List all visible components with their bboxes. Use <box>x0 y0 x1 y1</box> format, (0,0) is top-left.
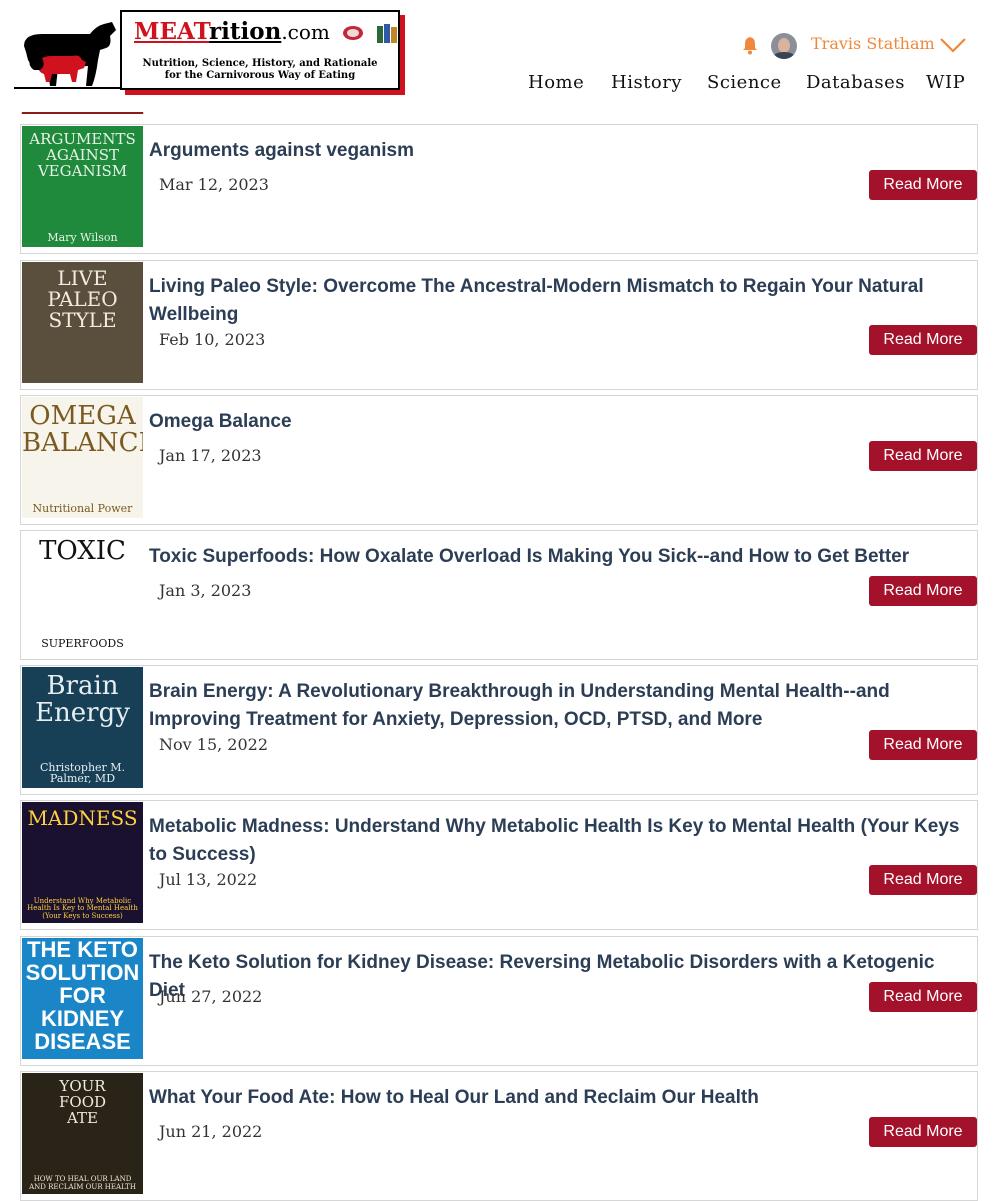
book-card[interactable]: ARGUMENTS AGAINST VEGANISM Mary Wilson Argum… <box>20 124 978 254</box>
book-cover-image[interactable]: OMEGABALANCE Nutritional Power <box>22 397 143 518</box>
book-card[interactable]: THE KETO SOLUTION FOR KIDNEY DISEASE The Keto… <box>20 936 978 1066</box>
nav-home[interactable]: Home <box>528 72 584 93</box>
book-cover-title-line: KIDNEY <box>40 1006 125 1032</box>
user-name[interactable]: Travis Statham <box>811 34 935 53</box>
read-more-button[interactable]: Read More <box>869 1117 977 1147</box>
book-cover-title-line: MADNESS <box>27 806 138 830</box>
read-more-button[interactable]: Read More <box>869 325 977 355</box>
books-icon <box>376 24 397 43</box>
read-more-button[interactable]: Read More <box>869 730 977 760</box>
book-cover-author: Understand Why Metabolic Health Is Key t… <box>27 896 138 920</box>
book-cover-title: YOUR FOOD ATE <box>22 1078 143 1127</box>
book-date: Jul 13, 2022 <box>159 870 258 889</box>
site-logo[interactable]: MEATrition.com Nutrition, Science, Histo… <box>120 10 400 90</box>
book-cover-title: MADNESS <box>22 808 143 829</box>
book-date: Nov 15, 2022 <box>159 735 269 754</box>
book-cover-author: HOW TO HEAL OUR LAND AND RECLAIM OUR HEA… <box>29 1175 136 1191</box>
book-cover-title: Brain Energy <box>22 671 143 729</box>
book-cover-title-line: VEGANISM <box>37 161 128 180</box>
book-cover-title-line: THE KETO <box>27 938 138 962</box>
book-date: Jan 17, 2023 <box>159 446 262 465</box>
avatar-face <box>778 38 790 53</box>
book-date: Jun 21, 2022 <box>159 1122 263 1141</box>
site-header: MEATrition.com Nutrition, Science, Histo… <box>0 0 999 112</box>
user-avatar[interactable] <box>771 33 797 59</box>
book-title-link[interactable]: Metabolic Madness: Understand Why Metabo… <box>149 813 975 869</box>
book-cover-title: LIVE PALEO STYLE <box>22 268 143 331</box>
book-card[interactable]: TOXIC SUPERFOODS Toxic Superfoods: How Oxa… <box>20 530 978 660</box>
book-cover-title-line: LIVE PALEO <box>47 266 118 311</box>
book-cover-image[interactable]: Brain Energy Christopher M. Palmer, MD <box>22 667 143 788</box>
book-cover-title-line: BALANCE <box>22 428 143 459</box>
book-card[interactable]: MADNESS Understand Why Metabolic Health I… <box>20 800 978 930</box>
book-cover-title-line: Brain <box>46 671 119 701</box>
read-more-button[interactable]: Read More <box>869 576 977 606</box>
book-title-link[interactable]: Living Paleo Style: Overcome The Ancestr… <box>149 273 975 329</box>
avatar-body <box>773 52 795 59</box>
book-cover-title-line: Energy <box>35 698 130 729</box>
chevron-down-icon[interactable] <box>939 36 967 54</box>
bell-icon[interactable] <box>740 35 760 55</box>
book-cover-title-line: FOR <box>59 983 106 1009</box>
book-cover-title: ARGUMENTS AGAINST VEGANISM <box>22 131 143 180</box>
nav-history[interactable]: History <box>611 72 682 93</box>
steak-icon <box>342 26 363 40</box>
book-cover-author: Nutritional Power <box>32 502 133 516</box>
nav-science[interactable]: Science <box>707 72 782 93</box>
nav-databases[interactable]: Databases <box>806 72 905 93</box>
book-date: Mar 12, 2023 <box>159 175 269 194</box>
book-date: Jan 3, 2023 <box>159 581 252 600</box>
book-cover-title: OMEGABALANCE <box>22 401 143 459</box>
book-title-link[interactable]: Toxic Superfoods: How Oxalate Overload I… <box>149 543 975 571</box>
book-cover-author: Christopher M. Palmer, MD <box>39 760 126 786</box>
book-card[interactable]: YOUR FOOD ATE HOW TO HEAL OUR LAND AND RECL… <box>20 1071 978 1201</box>
book-card[interactable]: Brain Energy Christopher M. Palmer, MD Brai… <box>20 665 978 795</box>
book-cover-image[interactable]: LIVE PALEO STYLE <box>22 262 143 383</box>
book-cover-title-line: TOXIC <box>39 536 126 566</box>
read-more-button[interactable]: Read More <box>869 170 977 200</box>
book-title-link[interactable]: The Keto Solution for Kidney Disease: Re… <box>149 949 975 1005</box>
book-card[interactable]: OMEGABALANCE Nutritional Power Omega Balan… <box>20 395 978 525</box>
farm-animals-logo-icon[interactable] <box>12 16 124 92</box>
book-cover-image[interactable]: ARGUMENTS AGAINST VEGANISM Mary Wilson <box>22 126 143 247</box>
book-cover-title-line: SOLUTION <box>25 960 140 986</box>
book-cover-title-line: STYLE <box>48 308 117 332</box>
book-card[interactable]: LIVE PALEO STYLE Living Paleo Style: Overc… <box>20 260 978 390</box>
book-cover-title-line: DISEASE <box>34 1029 131 1055</box>
book-cover-image[interactable]: TOXIC SUPERFOODS <box>22 532 143 653</box>
read-more-button[interactable]: Read More <box>869 441 977 471</box>
book-cover-title-line: ATE <box>67 1108 98 1127</box>
book-cover-author: SUPERFOODS <box>41 637 124 651</box>
read-more-button[interactable]: Read More <box>869 865 977 895</box>
book-cover-title: TOXIC <box>22 536 143 566</box>
book-title-link[interactable]: Arguments against veganism <box>149 137 975 165</box>
logo-tagline: Nutrition, Science, History, and Rationa… <box>142 58 378 81</box>
book-cover-title: THE KETO SOLUTION FOR KIDNEY DISEASE <box>22 938 143 1053</box>
book-cover-author: Mary Wilson <box>47 231 118 245</box>
book-cover-image[interactable]: THE KETO SOLUTION FOR KIDNEY DISEASE <box>22 938 143 1059</box>
book-title-link[interactable]: Brain Energy: A Revolutionary Breakthrou… <box>149 678 975 734</box>
logo-title: MEATrition.com <box>134 18 398 45</box>
book-cover-image[interactable]: YOUR FOOD ATE HOW TO HEAL OUR LAND AND RECL… <box>22 1073 143 1194</box>
book-cover-title-line: OMEGA <box>29 401 136 431</box>
book-date: Jun 27, 2022 <box>159 987 263 1006</box>
book-date: Feb 10, 2023 <box>159 330 266 349</box>
read-more-button[interactable]: Read More <box>869 982 977 1012</box>
nav-wip[interactable]: WIP <box>926 72 965 93</box>
book-title-link[interactable]: Omega Balance <box>149 408 975 436</box>
book-cover-image[interactable]: MADNESS Understand Why Metabolic Health I… <box>22 802 143 923</box>
book-title-link[interactable]: What Your Food Ate: How to Heal Our Land… <box>149 1084 975 1112</box>
